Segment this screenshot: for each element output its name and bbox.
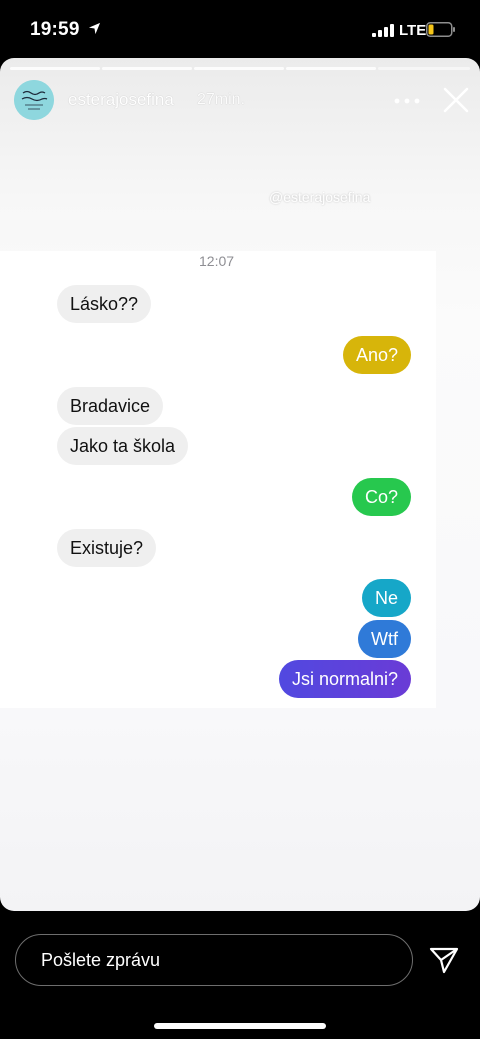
story-time-ago: 27min. bbox=[197, 91, 246, 108]
chat-bubble-incoming: Lásko?? bbox=[57, 285, 152, 323]
message-input[interactable]: Pošlete zprávu bbox=[15, 934, 413, 986]
story-progress-segment bbox=[194, 67, 284, 70]
story-progress-segment bbox=[10, 67, 100, 70]
chat-bubble-incoming: Existuje? bbox=[57, 529, 157, 567]
story-card[interactable]: esterajosefina 27min. @esterajosefina 12… bbox=[0, 58, 480, 911]
status-bar: 19:59 LTE bbox=[0, 0, 480, 58]
story-progress-segment bbox=[286, 67, 376, 70]
reply-bar: Pošlete zprávu bbox=[0, 911, 480, 1039]
avatar[interactable] bbox=[14, 80, 54, 120]
chat-bubble-incoming: Jako ta škola bbox=[57, 427, 189, 465]
home-indicator[interactable] bbox=[154, 1023, 326, 1029]
chat-bubble-outgoing: Ano? bbox=[342, 336, 411, 374]
battery-icon bbox=[426, 22, 455, 37]
chat-bubble-outgoing: Wtf bbox=[358, 620, 411, 658]
chat-bubble-outgoing: Co? bbox=[351, 478, 411, 516]
signal-icon bbox=[372, 24, 394, 37]
story-progress-segment bbox=[378, 67, 470, 70]
location-arrow-icon bbox=[88, 22, 101, 35]
message-placeholder: Pošlete zprávu bbox=[41, 950, 161, 970]
avatar-logo-icon bbox=[14, 80, 54, 120]
send-icon[interactable] bbox=[429, 946, 459, 974]
story-watermark: @esterajosefina bbox=[269, 189, 371, 205]
close-icon[interactable] bbox=[443, 87, 469, 113]
chat-bubble-outgoing: Jsi normalni? bbox=[278, 660, 411, 698]
chat-bubble-outgoing: Ne bbox=[361, 579, 411, 617]
status-time: 19:59 bbox=[30, 19, 80, 40]
story-username[interactable]: esterajosefina bbox=[68, 90, 174, 110]
chat-timestamp: 12:07 bbox=[199, 253, 235, 269]
more-icon[interactable] bbox=[394, 98, 420, 104]
network-type: LTE bbox=[399, 22, 427, 39]
story-progress-segment bbox=[102, 67, 192, 70]
chat-bubble-incoming: Bradavice bbox=[57, 387, 164, 425]
